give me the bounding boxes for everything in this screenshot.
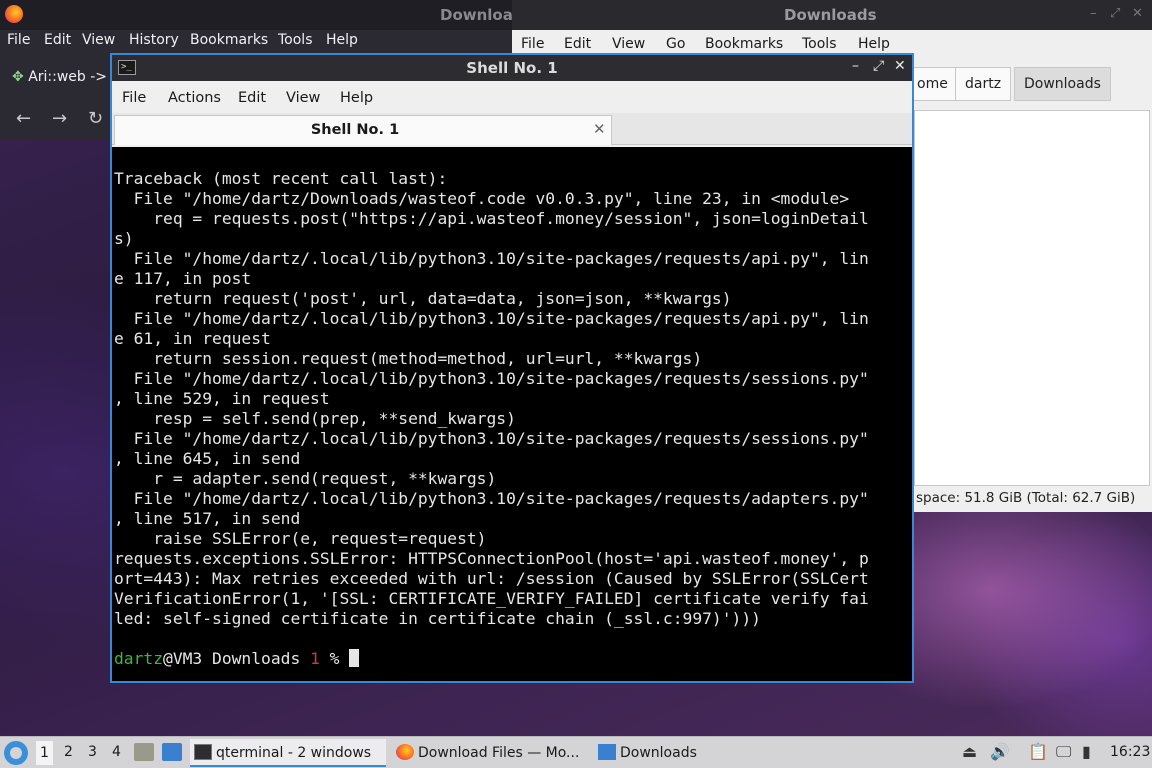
firefox-window-title: Downloa	[440, 6, 513, 24]
fm-menu-go[interactable]: Go	[666, 36, 685, 52]
prompt-exit-status: 1	[310, 649, 320, 668]
taskbar-task-qterminal[interactable]: qterminal - 2 windows	[190, 739, 386, 767]
text-cursor	[349, 649, 360, 667]
firefox-icon	[396, 744, 414, 760]
back-arrow-icon[interactable]: ←	[16, 108, 31, 129]
terminal-menubar: File Actions Edit View Help	[112, 83, 912, 113]
minimize-icon[interactable]: –	[1090, 6, 1097, 21]
terminal-tabbar: Shell No. 1 ✕	[112, 113, 912, 145]
taskbar: 1 2 3 4 qterminal - 2 windows Download F…	[0, 736, 1152, 768]
terminal-menu-file[interactable]: File	[122, 90, 146, 106]
firefox-menu-edit[interactable]: Edit	[44, 32, 71, 48]
terminal-tab-label: Shell No. 1	[310, 122, 400, 138]
terminal-menu-edit[interactable]: Edit	[238, 90, 266, 106]
desktop-switch-4[interactable]: 4	[112, 744, 121, 760]
file-list-view[interactable]	[914, 110, 1150, 486]
prompt-host-dir: @VM3 Downloads	[163, 649, 311, 668]
taskbar-task-label: Download Files — Mo...	[418, 745, 580, 761]
taskbar-task-firefox[interactable]: Download Files — Mo...	[392, 739, 590, 767]
shell-prompt: dartz@VM3 Downloads 1 %	[114, 649, 360, 669]
free-space-status: space: 51.8 GiB (Total: 62.7 GiB)	[916, 490, 1136, 506]
file-cabinet-icon[interactable]	[134, 743, 154, 761]
firefox-menu-view[interactable]: View	[82, 32, 115, 48]
path-crumb-home[interactable]: ome	[907, 67, 958, 101]
maximize-icon[interactable]: ⤢	[873, 58, 884, 74]
volume-icon[interactable]: 🔊	[990, 742, 1010, 761]
battery-icon[interactable]: ▮	[1082, 742, 1091, 761]
terminal-menu-actions[interactable]: Actions	[168, 90, 221, 106]
desktop-switch-3[interactable]: 3	[88, 744, 97, 760]
show-desktop-icon[interactable]	[162, 743, 182, 761]
file-manager-title: Downloads	[784, 6, 877, 24]
forward-arrow-icon[interactable]: →	[52, 108, 67, 129]
maximize-icon[interactable]: ⤢	[1110, 6, 1120, 21]
clipboard-icon[interactable]: 📋	[1028, 742, 1048, 761]
fm-menu-view[interactable]: View	[612, 36, 645, 52]
terminal-icon	[194, 744, 212, 760]
path-crumb-downloads[interactable]: Downloads	[1014, 67, 1111, 101]
fm-menu-help[interactable]: Help	[858, 36, 890, 52]
terminal-menu-view[interactable]: View	[286, 90, 320, 106]
desktop-switch-1[interactable]: 1	[36, 741, 53, 765]
firefox-menu-bookmarks[interactable]: Bookmarks	[190, 32, 268, 48]
firefox-tab-label: Ari::web ->	[28, 69, 108, 85]
fm-menu-tools[interactable]: Tools	[802, 36, 837, 52]
network-icon[interactable]: 🖵	[1056, 742, 1071, 762]
close-icon[interactable]: ✕	[1132, 6, 1143, 21]
firefox-menu-file[interactable]: File	[7, 32, 30, 48]
folder-icon	[598, 744, 616, 760]
fm-menu-file[interactable]: File	[521, 36, 544, 52]
prompt-user: dartz	[114, 649, 164, 668]
terminal-window: >_ Shell No. 1 – ⤢ ✕ File Actions Edit V…	[110, 53, 914, 683]
clock[interactable]: 16:23	[1110, 744, 1150, 760]
terminal-output-area[interactable]: Traceback (most recent call last): File …	[112, 147, 912, 681]
terminal-titlebar: >_ Shell No. 1 – ⤢ ✕	[112, 55, 912, 81]
fm-menu-bookmarks[interactable]: Bookmarks	[705, 36, 783, 52]
taskbar-task-label: qterminal - 2 windows	[216, 745, 372, 761]
path-crumb-dartz[interactable]: dartz	[955, 67, 1012, 101]
terminal-menu-help[interactable]: Help	[340, 90, 373, 106]
firefox-menu-help[interactable]: Help	[326, 32, 358, 48]
firefox-titlebar: Downloa	[0, 0, 513, 30]
terminal-window-title: Shell No. 1	[466, 59, 558, 77]
terminal-output: Traceback (most recent call last): File …	[114, 169, 869, 628]
firefox-menubar: File Edit View History Bookmarks Tools H…	[0, 30, 512, 52]
tab-close-icon[interactable]: ✕	[593, 120, 606, 138]
close-icon[interactable]: ✕	[894, 58, 906, 74]
firefox-menu-tools[interactable]: Tools	[278, 32, 313, 48]
file-manager-titlebar: Downloads – ⤢ ✕	[512, 0, 1152, 30]
puzzle-icon: ✥	[12, 69, 24, 85]
prompt-symbol: %	[319, 649, 350, 668]
taskbar-task-downloads[interactable]: Downloads	[594, 739, 724, 767]
firefox-icon	[5, 5, 23, 23]
firefox-tab[interactable]: ✥ Ari::web ->	[6, 64, 110, 92]
firefox-menu-history[interactable]: History	[129, 32, 179, 48]
reload-icon[interactable]: ↻	[88, 108, 103, 129]
taskbar-task-label: Downloads	[620, 745, 697, 761]
minimize-icon[interactable]: –	[852, 58, 859, 74]
terminal-tab[interactable]: Shell No. 1 ✕	[114, 115, 612, 145]
eject-icon[interactable]: ⏏	[962, 742, 977, 761]
fm-menu-edit[interactable]: Edit	[564, 36, 591, 52]
start-menu-icon[interactable]	[4, 741, 28, 765]
desktop-switch-2[interactable]: 2	[64, 744, 73, 760]
